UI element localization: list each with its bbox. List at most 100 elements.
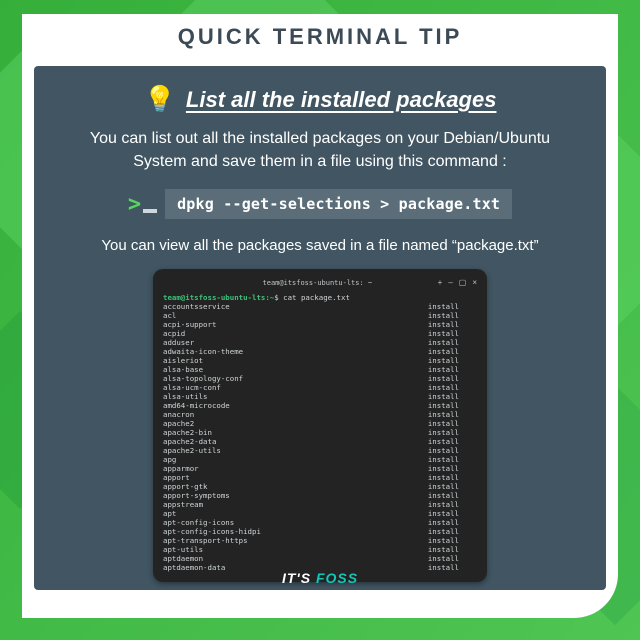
package-name: alsa-topology-conf [163, 374, 243, 383]
package-row: amd64-microcodeinstall [163, 401, 477, 410]
package-status: install [428, 527, 459, 536]
package-row: aclinstall [163, 311, 477, 320]
command-row: > dpkg --get-selections > package.txt [56, 189, 584, 219]
package-status: install [428, 302, 459, 311]
package-name: acpid [163, 329, 185, 338]
package-name: apache2-data [163, 437, 216, 446]
package-name: aisleriot [163, 356, 203, 365]
package-row: apache2 install [163, 419, 477, 428]
package-status: install [428, 545, 459, 554]
lightbulb-icon: 💡 [144, 84, 176, 115]
package-row: apache2-utils install [163, 446, 477, 455]
close-icon: × [472, 279, 477, 287]
package-name: alsa-utils [163, 392, 208, 401]
title-bar: QUICK TERMINAL TIP [22, 14, 618, 60]
package-status: install [428, 311, 459, 320]
package-row: apt install [163, 509, 477, 518]
package-name: apport-symptoms [163, 491, 230, 500]
package-status: install [428, 365, 459, 374]
package-name: apt-config-icons-hidpi [163, 527, 261, 536]
heading-row: 💡 List all the installed packages [56, 84, 584, 115]
package-name: adwaita-icon-theme [163, 347, 243, 356]
package-row: apt-config-iconsinstall [163, 518, 477, 527]
content-card: 💡 List all the installed packages You ca… [34, 66, 606, 590]
package-row: aptdaemon install [163, 554, 477, 563]
package-status: install [428, 374, 459, 383]
terminal-prompt-line: team@itsfoss-ubuntu-lts:~$ cat package.t… [163, 293, 477, 302]
package-name: apparmor [163, 464, 199, 473]
package-status: install [428, 320, 459, 329]
package-name: alsa-ucm-conf [163, 383, 221, 392]
package-name: appstream [163, 500, 203, 509]
package-row: appstream install [163, 500, 477, 509]
package-name: anacron [163, 410, 194, 419]
terminal-user: team@itsfoss-ubuntu-lts [163, 293, 265, 302]
package-status: install [428, 491, 459, 500]
new-tab-icon: + [438, 279, 443, 287]
package-status: install [428, 338, 459, 347]
package-status: install [428, 383, 459, 392]
package-row: accountsservice install [163, 302, 477, 311]
package-name: apt [163, 509, 176, 518]
package-status: install [428, 500, 459, 509]
package-name: apache2-utils [163, 446, 221, 455]
package-name: apache2 [163, 419, 194, 428]
package-status: install [428, 446, 459, 455]
package-row: apginstall [163, 455, 477, 464]
package-row: apparmor install [163, 464, 477, 473]
package-name: apport-gtk [163, 482, 208, 491]
tip-subtext: You can view all the packages saved in a… [96, 235, 544, 257]
tip-heading: List all the installed packages [186, 87, 497, 113]
terminal-command: $ cat package.txt [274, 293, 350, 302]
package-row: apt-utils install [163, 545, 477, 554]
tip-description: You can list out all the installed packa… [74, 127, 566, 173]
package-row: acpid install [163, 329, 477, 338]
package-row: apache2-data install [163, 437, 477, 446]
package-row: apache2-bin install [163, 428, 477, 437]
brand-its: IT'S [282, 570, 316, 586]
package-status: install [428, 509, 459, 518]
package-name: alsa-base [163, 365, 203, 374]
package-status: install [428, 347, 459, 356]
page-title: QUICK TERMINAL TIP [178, 24, 463, 50]
package-status: install [428, 437, 459, 446]
package-status: install [428, 464, 459, 473]
package-row: acpi-support install [163, 320, 477, 329]
package-row: anacron install [163, 410, 477, 419]
package-name: apt-utils [163, 545, 203, 554]
package-name: apt-transport-https [163, 536, 248, 545]
package-row: apport install [163, 473, 477, 482]
package-status: install [428, 329, 459, 338]
package-row: alsa-topology-conf install [163, 374, 477, 383]
package-status: install [428, 410, 459, 419]
package-row: apt-config-icons-hidpi install [163, 527, 477, 536]
package-row: apport-gtkinstall [163, 482, 477, 491]
maximize-icon: ▢ [459, 279, 467, 287]
terminal-titlebar: team@itsfoss-ubuntu-lts: ~ + – ▢ × [163, 275, 477, 291]
package-row: adwaita-icon-theme install [163, 347, 477, 356]
package-status: install [428, 392, 459, 401]
package-name: apache2-bin [163, 428, 212, 437]
package-name: acpi-support [163, 320, 216, 329]
package-status: install [428, 518, 459, 527]
terminal-path: :~ [265, 293, 274, 302]
terminal-title: team@itsfoss-ubuntu-lts: ~ [197, 279, 438, 287]
package-status: install [428, 455, 459, 464]
brand-foss: FOSS [316, 570, 358, 586]
package-status: install [428, 536, 459, 545]
package-row: apt-transport-https install [163, 536, 477, 545]
prompt-icon: > [128, 192, 157, 217]
package-status: install [428, 419, 459, 428]
package-status: install [428, 473, 459, 482]
package-status: install [428, 428, 459, 437]
package-row: alsa-utils install [163, 392, 477, 401]
package-name: accountsservice [163, 302, 230, 311]
package-name: adduser [163, 338, 194, 347]
terminal-window: team@itsfoss-ubuntu-lts: ~ + – ▢ × team@… [153, 269, 487, 582]
package-name: apport [163, 473, 190, 482]
package-status: install [428, 554, 459, 563]
package-name: aptdaemon [163, 554, 203, 563]
package-name: amd64-microcode [163, 401, 230, 410]
package-row: alsa-ucm-conf install [163, 383, 477, 392]
package-row: alsa-base install [163, 365, 477, 374]
